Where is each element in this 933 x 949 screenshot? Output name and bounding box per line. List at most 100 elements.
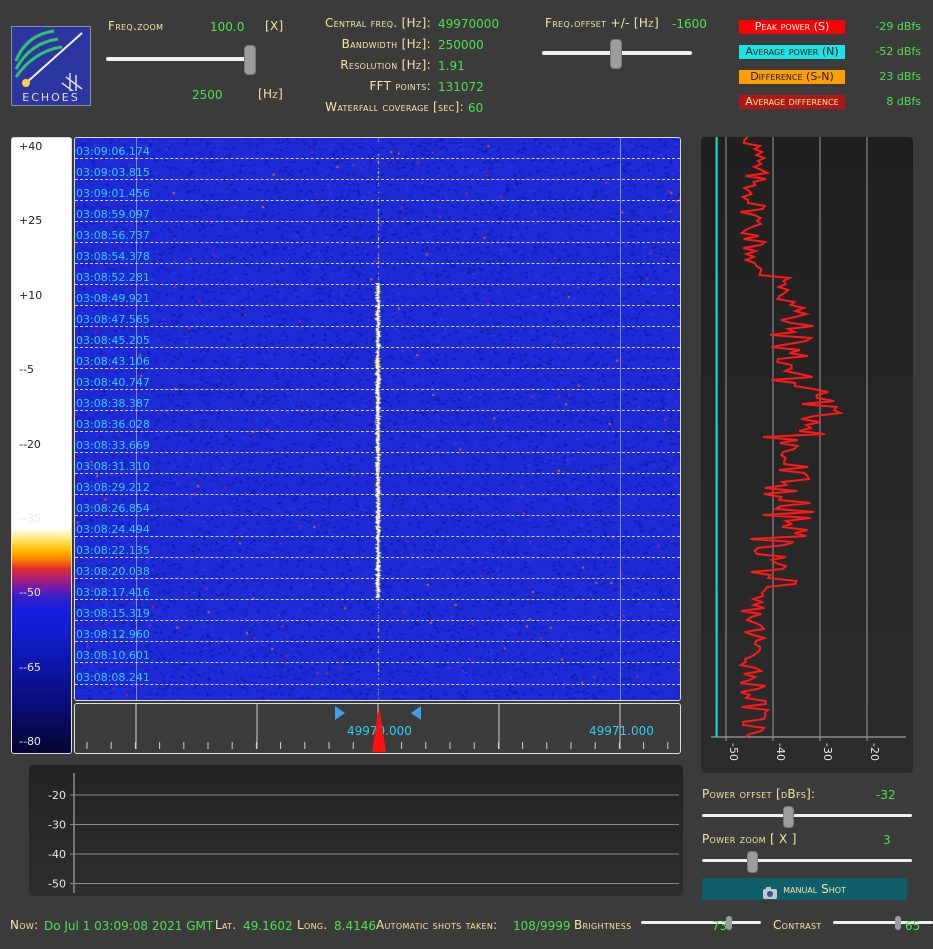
brightness-slider-track xyxy=(641,921,761,924)
freq-zoom-slider-track xyxy=(106,57,256,61)
fft-points-label: FFT points: xyxy=(369,79,431,93)
now-value: Do Jul 1 03:09:08 2021 GMT xyxy=(44,919,214,933)
waterfall-timestamp: 03:08:49.921 xyxy=(76,292,150,306)
meteor-chart-tick-label: -40 xyxy=(48,848,66,861)
waterfall-row-divider xyxy=(75,662,680,664)
waterfall-row-divider xyxy=(75,578,680,580)
power-chart-plot: -50 -40 -30 -20 xyxy=(711,136,906,761)
waterfall-timestamp: 03:08:20.038 xyxy=(76,565,150,579)
power-tick-label: -50 xyxy=(727,743,740,761)
waterfall-row-divider xyxy=(75,515,680,517)
latitude-label: Lat. xyxy=(215,918,237,932)
waterfall-timestamp: 03:08:56.737 xyxy=(76,229,150,243)
color-scale-tick: +25 xyxy=(19,214,43,228)
color-scale-tick: --65 xyxy=(19,660,41,674)
waterfall-timestamp: 03:08:43.106 xyxy=(76,355,150,369)
freq-zoom-value: 100.0 xyxy=(210,20,245,34)
legend-average-difference-value: 8 dBfs xyxy=(886,95,921,108)
power-offset-slider-thumb[interactable] xyxy=(782,806,794,828)
legend-peak-power: Peak power (S) xyxy=(739,20,845,34)
waterfall-timestamp: 03:08:36.028 xyxy=(76,418,150,432)
contrast-slider-thumb[interactable] xyxy=(895,916,901,930)
waterfall-row-divider xyxy=(75,494,680,496)
color-scale-tick: --50 xyxy=(19,586,41,600)
waterfall-row-divider xyxy=(75,200,680,202)
waterfall-row-divider xyxy=(75,473,680,475)
longitude-label: Long. xyxy=(297,918,328,932)
waterfall-timestamp: 03:08:40.747 xyxy=(76,376,150,390)
legend-peak-power-value: -29 dBfs xyxy=(875,20,921,33)
waterfall-timestamp: 03:08:47.565 xyxy=(76,313,150,327)
fft-points-value: 131072 xyxy=(438,80,484,94)
power-offset-slider[interactable] xyxy=(702,805,912,829)
brightness-slider[interactable]: 73 xyxy=(641,916,761,934)
power-tick-label: -40 xyxy=(774,743,787,761)
power-zoom-slider[interactable] xyxy=(702,850,912,874)
contrast-value: 65 xyxy=(905,919,921,933)
waterfall-timestamp: 03:08:29.212 xyxy=(76,481,150,495)
waterfall-timestamp: 03:08:45.205 xyxy=(76,334,150,348)
power-tick-label: -20 xyxy=(868,743,881,761)
waterfall-timestamp: 03:08:59.097 xyxy=(76,208,150,222)
power-zoom-slider-track xyxy=(702,859,912,862)
resolution-value: 1.91 xyxy=(438,59,465,73)
shots-label: Automatic shots taken: xyxy=(376,918,498,932)
left-bandwidth-marker-icon[interactable] xyxy=(335,706,345,720)
legend-average-power: Average power (N) xyxy=(739,45,845,59)
waterfall-grid-v2 xyxy=(620,138,621,700)
freq-axis-label-2: 49971.000 xyxy=(589,724,654,738)
meteor-count-plot: -20 -30 -40 -50 xyxy=(48,773,679,893)
manual-shot-label: manual Shot xyxy=(783,882,846,896)
waterfall-coverage-label: Waterfall coverage [sec]: xyxy=(325,100,464,114)
freq-offset-slider[interactable] xyxy=(542,38,692,69)
waterfall-row-divider xyxy=(75,431,680,433)
waterfall-row-divider xyxy=(75,158,680,159)
waterfall-row-divider xyxy=(75,410,680,412)
color-scale-tick: +10 xyxy=(19,288,43,302)
contrast-slider[interactable]: 65 xyxy=(833,916,933,934)
freq-offset-slider-thumb[interactable] xyxy=(609,39,622,69)
waterfall-row-divider xyxy=(75,347,680,349)
color-scale: +40 +25 +10 --5 --20 --35 --50 --65 --80 xyxy=(11,137,72,754)
power-chart: -50 -40 -30 -20 xyxy=(701,136,913,773)
waterfall-row-divider xyxy=(75,221,680,223)
waterfall-timestamp: 03:08:31.310 xyxy=(76,460,150,474)
waterfall-row-divider xyxy=(75,557,680,559)
waterfall-row-divider xyxy=(75,368,680,370)
color-scale-tick: +40 xyxy=(19,140,43,153)
waterfall-row-divider xyxy=(75,242,680,244)
power-offset-label: Power offset [dBfs]: xyxy=(702,787,816,801)
peak-power-trace xyxy=(738,136,845,738)
manual-shot-button[interactable]: manual Shot xyxy=(702,878,907,900)
freq-zoom-label: Freq.zoom xyxy=(108,19,164,33)
waterfall-timestamp: 03:08:26.854 xyxy=(76,502,150,516)
echoes-logo: ECHOES xyxy=(11,26,91,106)
waterfall-timestamp: 03:08:54.378 xyxy=(76,250,150,264)
waterfall-timestamp: 03:09:06.174 xyxy=(76,145,150,158)
power-offset-value: -32 xyxy=(876,788,896,802)
freq-zoom-slider-thumb[interactable] xyxy=(244,45,256,75)
central-freq-value: 49970000 xyxy=(438,17,500,31)
power-zoom-slider-thumb[interactable] xyxy=(746,851,758,873)
waterfall-timestamp: 03:08:33.669 xyxy=(76,439,150,453)
central-freq-label: Central freq. [Hz]: xyxy=(324,16,431,30)
power-zoom-value: 3 xyxy=(883,833,891,847)
freq-offset-value: -1600 xyxy=(672,17,707,31)
center-frequency-marker-icon[interactable] xyxy=(372,706,386,752)
freq-zoom-slider[interactable] xyxy=(106,44,256,75)
waterfall-row-divider xyxy=(75,620,680,622)
frequency-axis: 49970.000 49971.000 xyxy=(74,703,681,754)
right-bandwidth-marker-icon[interactable] xyxy=(411,706,421,720)
waterfall-row-divider xyxy=(75,599,680,601)
waterfall-row-divider xyxy=(75,263,680,265)
waterfall-row-divider xyxy=(75,326,680,328)
waterfall-row-divider xyxy=(75,536,680,538)
legend-difference: Difference (S-N) xyxy=(739,70,845,84)
contrast-label: Contrast xyxy=(773,918,822,932)
color-scale-tick: --80 xyxy=(19,735,41,748)
waterfall-timestamp: 03:09:01.456 xyxy=(76,187,150,201)
power-offset-slider-track xyxy=(702,814,912,817)
bandwidth-label: Bandwidth [Hz]: xyxy=(341,37,431,51)
color-scale-tick: --35 xyxy=(19,511,41,525)
waterfall: 03:09:06.174 03:09:03.815 03:09:01.456 03:0… xyxy=(74,137,681,701)
